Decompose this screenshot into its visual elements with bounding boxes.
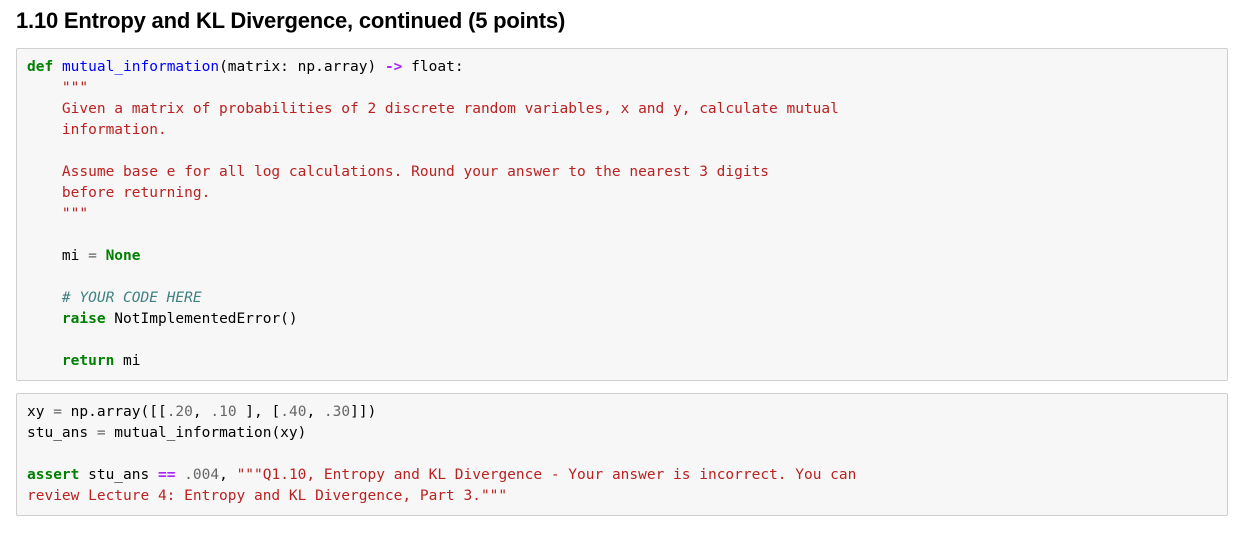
- array-open: np.array([[: [62, 404, 167, 420]
- comma: ,: [306, 404, 323, 420]
- num-literal: .30: [324, 404, 350, 420]
- equals: =: [53, 404, 62, 420]
- const-none: None: [97, 248, 141, 264]
- docstring-line: before returning.: [27, 185, 210, 201]
- comma: ,: [219, 467, 236, 483]
- array-mid: ], [: [237, 404, 281, 420]
- keyword-return: return: [27, 353, 114, 369]
- equals: =: [97, 425, 106, 441]
- code-cell-test: xy = np.array([[.20, .10 ], [.40, .30]])…: [16, 393, 1228, 516]
- eq-operator: ==: [158, 467, 175, 483]
- assert-msg-line2: review Lecture 4: Entropy and KL Diverge…: [27, 488, 507, 504]
- var-xy: xy: [27, 404, 53, 420]
- section-heading: 1.10 Entropy and KL Divergence, continue…: [16, 8, 1228, 34]
- keyword-raise: raise: [27, 311, 106, 327]
- space: [175, 467, 184, 483]
- num-literal: .10: [210, 404, 236, 420]
- equals: =: [88, 248, 97, 264]
- docstring-line: information.: [27, 122, 167, 138]
- num-literal: .20: [167, 404, 193, 420]
- function-name: mutual_information: [62, 59, 219, 75]
- return-type: float: [402, 59, 454, 75]
- docstring-line: Given a matrix of probabilities of 2 dis…: [27, 101, 839, 117]
- code-block-2: xy = np.array([[.20, .10 ], [.40, .30]])…: [27, 402, 1217, 507]
- assert-msg-line1: """Q1.10, Entropy and KL Divergence - Yo…: [237, 467, 857, 483]
- function-call: mutual_information(xy): [106, 425, 307, 441]
- signature-params: (matrix: np.array): [219, 59, 385, 75]
- comment-placeholder: # YOUR CODE HERE: [27, 290, 202, 306]
- docstring-close: """: [27, 206, 88, 222]
- colon: :: [455, 59, 464, 75]
- num-literal: .40: [280, 404, 306, 420]
- exception-call: NotImplementedError(): [106, 311, 298, 327]
- num-literal: .004: [184, 467, 219, 483]
- comma: ,: [193, 404, 210, 420]
- array-close: ]]): [350, 404, 376, 420]
- var-mi: mi: [27, 248, 88, 264]
- keyword-def: def: [27, 59, 53, 75]
- return-var: mi: [114, 353, 140, 369]
- var-stuans: stu_ans: [27, 425, 97, 441]
- arrow-operator: ->: [385, 59, 402, 75]
- docstring-open: """: [27, 80, 88, 96]
- assert-lhs: stu_ans: [79, 467, 158, 483]
- docstring-line: Assume base e for all log calculations. …: [27, 164, 769, 180]
- code-cell-definition: def mutual_information(matrix: np.array)…: [16, 48, 1228, 381]
- keyword-assert: assert: [27, 467, 79, 483]
- code-block-1: def mutual_information(matrix: np.array)…: [27, 57, 1217, 372]
